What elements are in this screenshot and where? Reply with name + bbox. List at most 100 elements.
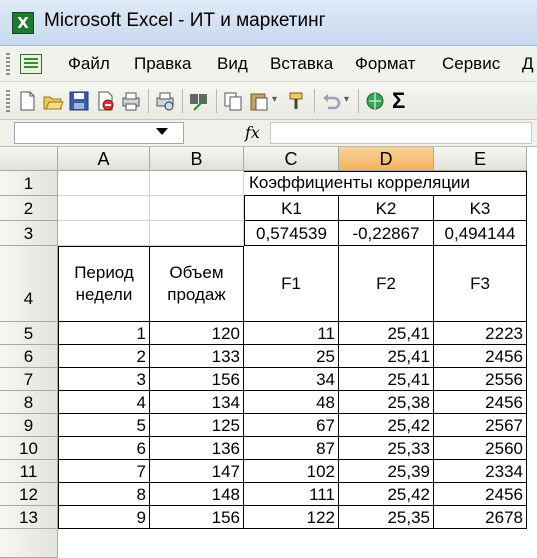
cell-c10[interactable]: 87: [244, 437, 339, 460]
header-f2[interactable]: F2: [339, 246, 434, 322]
menu-data[interactable]: Д: [522, 54, 534, 74]
menu-tools[interactable]: Сервис: [442, 54, 500, 74]
header-f1[interactable]: F1: [244, 246, 339, 322]
row-header-14[interactable]: [0, 529, 58, 558]
undo-icon[interactable]: [320, 90, 342, 112]
cell-c7[interactable]: 34: [244, 368, 339, 391]
select-all-corner[interactable]: [0, 147, 58, 171]
save-icon[interactable]: [68, 90, 90, 112]
cell-b10[interactable]: 136: [150, 437, 244, 460]
cell-d7[interactable]: 25,41: [339, 368, 434, 391]
menu-format[interactable]: Формат: [355, 54, 415, 74]
cell-d6[interactable]: 25,41: [339, 345, 434, 368]
cell-c2[interactable]: K1: [244, 196, 339, 221]
row-header-2[interactable]: 2: [0, 196, 58, 221]
row-header-3[interactable]: 3: [0, 221, 58, 246]
cell-d11[interactable]: 25,39: [339, 460, 434, 483]
cell-b5[interactable]: 120: [150, 322, 244, 345]
new-icon[interactable]: [16, 90, 38, 112]
cell-b7[interactable]: 156: [150, 368, 244, 391]
cell-a7[interactable]: 3: [58, 368, 150, 391]
cell-a13[interactable]: 9: [58, 506, 150, 529]
cell-b12[interactable]: 148: [150, 483, 244, 506]
cell-b3[interactable]: [150, 221, 244, 246]
cell-b13[interactable]: 156: [150, 506, 244, 529]
print-icon[interactable]: [120, 90, 142, 112]
row-header-13[interactable]: 13: [0, 506, 58, 529]
row-header-9[interactable]: 9: [0, 414, 58, 437]
cell-a9[interactable]: 5: [58, 414, 150, 437]
cell-b9[interactable]: 125: [150, 414, 244, 437]
cell-b2[interactable]: [150, 196, 244, 221]
cell-e11[interactable]: 2334: [434, 460, 527, 483]
header-sales-volume[interactable]: Объем продаж: [150, 246, 244, 322]
cell-d12[interactable]: 25,42: [339, 483, 434, 506]
row-header-11[interactable]: 11: [0, 460, 58, 483]
cell-c8[interactable]: 48: [244, 391, 339, 414]
header-week-period[interactable]: Период недели: [58, 246, 150, 322]
copy-icon[interactable]: [222, 90, 244, 112]
row-header-8[interactable]: 8: [0, 391, 58, 414]
permission-icon[interactable]: [94, 90, 116, 112]
cell-e9[interactable]: 2567: [434, 414, 527, 437]
row-header-10[interactable]: 10: [0, 437, 58, 460]
cell-c5[interactable]: 11: [244, 322, 339, 345]
header-f3[interactable]: F3: [434, 246, 527, 322]
paste-dropdown-icon[interactable]: ▾: [272, 94, 277, 105]
cell-c6[interactable]: 25: [244, 345, 339, 368]
row-header-7[interactable]: 7: [0, 368, 58, 391]
undo-dropdown-icon[interactable]: ▾: [344, 94, 349, 105]
cell-e13[interactable]: 2678: [434, 506, 527, 529]
open-icon[interactable]: [42, 90, 64, 112]
cell-d10[interactable]: 25,33: [339, 437, 434, 460]
menu-edit[interactable]: Правка: [134, 54, 191, 74]
cell-a2[interactable]: [58, 196, 150, 221]
cell-d13[interactable]: 25,35: [339, 506, 434, 529]
cell-a6[interactable]: 2: [58, 345, 150, 368]
column-header-b[interactable]: B: [150, 147, 244, 171]
menu-insert[interactable]: Вставка: [270, 54, 333, 74]
cell-c11[interactable]: 102: [244, 460, 339, 483]
cell-c9[interactable]: 67: [244, 414, 339, 437]
cell-e7[interactable]: 2556: [434, 368, 527, 391]
hyperlink-icon[interactable]: [364, 90, 386, 112]
print-preview-icon[interactable]: [154, 90, 176, 112]
cell-b8[interactable]: 134: [150, 391, 244, 414]
cell-e8[interactable]: 2456: [434, 391, 527, 414]
column-header-a[interactable]: A: [58, 147, 150, 171]
cell-c12[interactable]: 111: [244, 483, 339, 506]
row-header-12[interactable]: 12: [0, 483, 58, 506]
cell-b6[interactable]: 133: [150, 345, 244, 368]
row-header-4[interactable]: 4: [0, 246, 58, 322]
cell-a10[interactable]: 6: [58, 437, 150, 460]
cell-e12[interactable]: 2456: [434, 483, 527, 506]
cell-d2[interactable]: K2: [339, 196, 434, 221]
workbook-icon[interactable]: [20, 54, 42, 74]
cell-a1[interactable]: [58, 171, 150, 196]
cell-e6[interactable]: 2456: [434, 345, 527, 368]
row-header-5[interactable]: 5: [0, 322, 58, 345]
menu-view[interactable]: Вид: [217, 54, 248, 74]
cell-c3[interactable]: 0,574539: [244, 221, 339, 246]
formula-input[interactable]: [270, 122, 532, 144]
cell-d3[interactable]: -0,22867: [339, 221, 434, 246]
autosum-icon[interactable]: Σ: [392, 88, 405, 114]
menubar-grip[interactable]: [6, 53, 10, 75]
cell-e3[interactable]: 0,494144: [434, 221, 527, 246]
cell-b1[interactable]: [150, 171, 244, 196]
cell-c13[interactable]: 122: [244, 506, 339, 529]
name-box-dropdown-icon[interactable]: [156, 128, 168, 135]
insert-function-icon[interactable]: fx: [245, 123, 260, 142]
cell-e2[interactable]: K3: [434, 196, 527, 221]
spelling-icon[interactable]: [188, 90, 210, 112]
cell-d8[interactable]: 25,38: [339, 391, 434, 414]
cell-a8[interactable]: 4: [58, 391, 150, 414]
menu-file[interactable]: Файл: [68, 54, 110, 74]
format-painter-icon[interactable]: [286, 90, 308, 112]
cell-d5[interactable]: 25,41: [339, 322, 434, 345]
cell-a3[interactable]: [58, 221, 150, 246]
cell-a5[interactable]: 1: [58, 322, 150, 345]
row-header-6[interactable]: 6: [0, 345, 58, 368]
cell-a11[interactable]: 7: [58, 460, 150, 483]
cell-e10[interactable]: 2560: [434, 437, 527, 460]
